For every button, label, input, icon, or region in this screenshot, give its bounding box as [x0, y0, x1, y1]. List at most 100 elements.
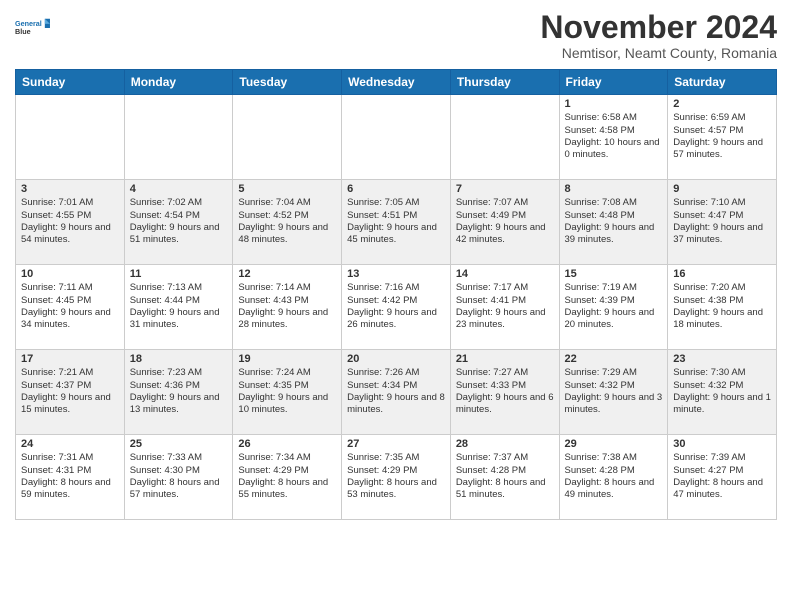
day-number: 11	[130, 268, 228, 280]
month-title: November 2024	[540, 10, 777, 45]
day-info: Sunrise: 7:29 AM	[565, 367, 663, 379]
day-info: Sunset: 4:28 PM	[565, 465, 663, 477]
day-number: 17	[21, 353, 119, 365]
day-number: 16	[673, 268, 771, 280]
col-monday: Monday	[124, 70, 233, 95]
calendar-week-5: 24Sunrise: 7:31 AMSunset: 4:31 PMDayligh…	[16, 435, 777, 520]
day-number: 24	[21, 438, 119, 450]
day-info: Daylight: 9 hours and 15 minutes.	[21, 392, 119, 417]
day-info: Sunrise: 7:05 AM	[347, 197, 445, 209]
day-info: Daylight: 9 hours and 42 minutes.	[456, 222, 554, 247]
day-info: Sunset: 4:30 PM	[130, 465, 228, 477]
day-info: Daylight: 8 hours and 53 minutes.	[347, 477, 445, 502]
day-number: 26	[238, 438, 336, 450]
day-info: Sunset: 4:28 PM	[456, 465, 554, 477]
day-info: Daylight: 9 hours and 23 minutes.	[456, 307, 554, 332]
day-info: Sunrise: 7:10 AM	[673, 197, 771, 209]
day-info: Daylight: 9 hours and 8 minutes.	[347, 392, 445, 417]
calendar-cell: 26Sunrise: 7:34 AMSunset: 4:29 PMDayligh…	[233, 435, 342, 520]
day-info: Sunrise: 7:35 AM	[347, 452, 445, 464]
day-info: Daylight: 9 hours and 1 minute.	[673, 392, 771, 417]
day-info: Sunrise: 7:11 AM	[21, 282, 119, 294]
header: General Blue November 2024 Nemtisor, Nea…	[15, 10, 777, 61]
calendar-cell: 22Sunrise: 7:29 AMSunset: 4:32 PMDayligh…	[559, 350, 668, 435]
calendar-cell: 27Sunrise: 7:35 AMSunset: 4:29 PMDayligh…	[342, 435, 451, 520]
svg-text:Blue: Blue	[15, 27, 31, 36]
day-info: Sunset: 4:43 PM	[238, 295, 336, 307]
day-info: Sunset: 4:58 PM	[565, 125, 663, 137]
day-number: 2	[673, 98, 771, 110]
calendar-cell: 11Sunrise: 7:13 AMSunset: 4:44 PMDayligh…	[124, 265, 233, 350]
calendar-week-1: 1 Sunrise: 6:58 AMSunset: 4:58 PM Daylight…	[16, 95, 777, 180]
calendar-cell	[450, 95, 559, 180]
day-info: Sunset: 4:54 PM	[130, 210, 228, 222]
day-info: Daylight: 9 hours and 48 minutes.	[238, 222, 336, 247]
calendar-cell: 19Sunrise: 7:24 AMSunset: 4:35 PMDayligh…	[233, 350, 342, 435]
calendar-cell: 10Sunrise: 7:11 AMSunset: 4:45 PMDayligh…	[16, 265, 125, 350]
day-info: Daylight: 8 hours and 59 minutes.	[21, 477, 119, 502]
day-info: Sunrise: 7:21 AM	[21, 367, 119, 379]
calendar-cell: 17Sunrise: 7:21 AMSunset: 4:37 PMDayligh…	[16, 350, 125, 435]
day-info: Sunrise: 7:19 AM	[565, 282, 663, 294]
svg-text:General: General	[15, 19, 42, 28]
day-info: Sunset: 4:52 PM	[238, 210, 336, 222]
calendar-cell: 24Sunrise: 7:31 AMSunset: 4:31 PMDayligh…	[16, 435, 125, 520]
day-number: 4	[130, 183, 228, 195]
page: General Blue November 2024 Nemtisor, Nea…	[0, 0, 792, 612]
calendar-cell	[16, 95, 125, 180]
day-number: 1	[565, 98, 663, 110]
day-info: Sunrise: 6:58 AM	[565, 112, 663, 124]
header-row: Sunday Monday Tuesday Wednesday Thursday…	[16, 70, 777, 95]
day-number: 3	[21, 183, 119, 195]
day-info: Sunrise: 7:38 AM	[565, 452, 663, 464]
day-number: 13	[347, 268, 445, 280]
day-info: Sunset: 4:34 PM	[347, 380, 445, 392]
day-info: Sunrise: 6:59 AM	[673, 112, 771, 124]
calendar-cell: 12Sunrise: 7:14 AMSunset: 4:43 PMDayligh…	[233, 265, 342, 350]
col-thursday: Thursday	[450, 70, 559, 95]
day-number: 29	[565, 438, 663, 450]
day-number: 25	[130, 438, 228, 450]
day-info: Sunset: 4:42 PM	[347, 295, 445, 307]
day-info: Daylight: 9 hours and 57 minutes.	[673, 137, 771, 162]
day-info: Sunset: 4:47 PM	[673, 210, 771, 222]
day-number: 5	[238, 183, 336, 195]
calendar-cell: 3Sunrise: 7:01 AMSunset: 4:55 PMDaylight…	[16, 180, 125, 265]
calendar-cell: 30Sunrise: 7:39 AMSunset: 4:27 PMDayligh…	[668, 435, 777, 520]
day-info: Sunset: 4:29 PM	[347, 465, 445, 477]
calendar-cell: 5 Sunrise: 7:04 AMSunset: 4:52 PMDaylight…	[233, 180, 342, 265]
day-info: Daylight: 8 hours and 57 minutes.	[130, 477, 228, 502]
day-number: 28	[456, 438, 554, 450]
subtitle: Nemtisor, Neamt County, Romania	[540, 45, 777, 61]
calendar-cell: 4Sunrise: 7:02 AMSunset: 4:54 PMDaylight…	[124, 180, 233, 265]
day-info: Sunrise: 7:33 AM	[130, 452, 228, 464]
calendar-cell: 8Sunrise: 7:08 AMSunset: 4:48 PMDaylight…	[559, 180, 668, 265]
day-number: 21	[456, 353, 554, 365]
day-info: Sunrise: 7:04 AM	[238, 197, 336, 209]
day-info: Sunset: 4:35 PM	[238, 380, 336, 392]
calendar-cell: 15Sunrise: 7:19 AMSunset: 4:39 PMDayligh…	[559, 265, 668, 350]
day-info: Sunset: 4:27 PM	[673, 465, 771, 477]
day-info: Sunrise: 7:14 AM	[238, 282, 336, 294]
day-number: 15	[565, 268, 663, 280]
day-info: Sunrise: 7:37 AM	[456, 452, 554, 464]
day-info: Daylight: 9 hours and 39 minutes.	[565, 222, 663, 247]
calendar-cell: 6Sunrise: 7:05 AMSunset: 4:51 PMDaylight…	[342, 180, 451, 265]
day-number: 7	[456, 183, 554, 195]
calendar-cell: 23Sunrise: 7:30 AMSunset: 4:32 PMDayligh…	[668, 350, 777, 435]
day-info: Sunset: 4:48 PM	[565, 210, 663, 222]
day-info: Sunset: 4:44 PM	[130, 295, 228, 307]
day-info: Sunset: 4:55 PM	[21, 210, 119, 222]
day-info: Daylight: 9 hours and 28 minutes.	[238, 307, 336, 332]
day-info: Daylight: 9 hours and 18 minutes.	[673, 307, 771, 332]
calendar-cell: 7Sunrise: 7:07 AMSunset: 4:49 PMDaylight…	[450, 180, 559, 265]
day-info: Daylight: 9 hours and 54 minutes.	[21, 222, 119, 247]
day-info: Sunset: 4:45 PM	[21, 295, 119, 307]
day-info: Sunrise: 7:31 AM	[21, 452, 119, 464]
day-info: Sunset: 4:57 PM	[673, 125, 771, 137]
calendar-cell: 14Sunrise: 7:17 AMSunset: 4:41 PMDayligh…	[450, 265, 559, 350]
day-info: Daylight: 9 hours and 6 minutes.	[456, 392, 554, 417]
day-info: Daylight: 9 hours and 51 minutes.	[130, 222, 228, 247]
day-number: 19	[238, 353, 336, 365]
title-area: November 2024 Nemtisor, Neamt County, Ro…	[540, 10, 777, 61]
